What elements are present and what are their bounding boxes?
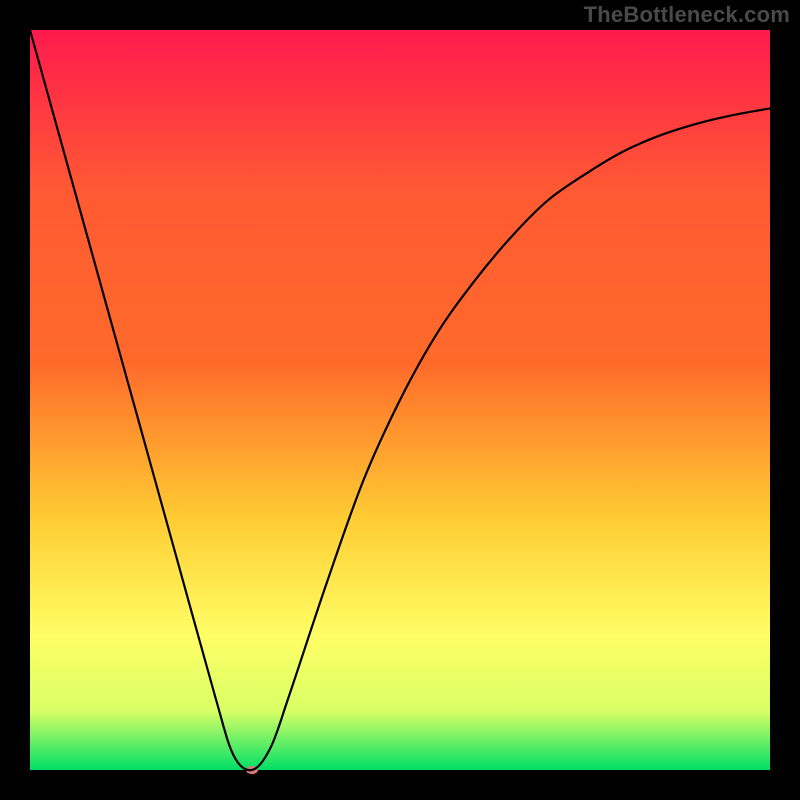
watermark-text: TheBottleneck.com [584, 2, 790, 28]
chart-frame: TheBottleneck.com [0, 0, 800, 800]
bottleneck-chart [0, 0, 800, 800]
